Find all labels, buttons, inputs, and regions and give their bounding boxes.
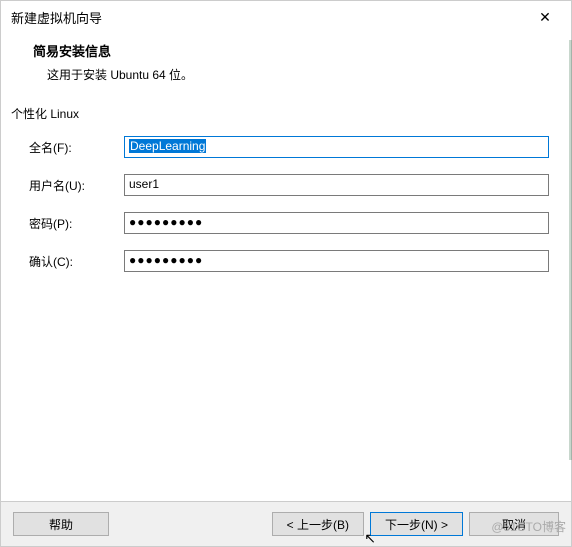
confirm-label: 确认(C): (29, 253, 124, 270)
username-value: user1 (129, 177, 159, 191)
next-button[interactable]: 下一步(N) > (370, 512, 463, 536)
confirm-row: 确认(C): ●●●●●●●●● (11, 250, 549, 272)
back-button[interactable]: < 上一步(B) (272, 512, 364, 536)
cancel-button[interactable]: 取消 (469, 512, 559, 536)
confirm-input[interactable]: ●●●●●●●●● (124, 250, 549, 272)
username-input[interactable]: user1 (124, 174, 549, 196)
wizard-window: 新建虚拟机向导 ✕ 简易安装信息 这用于安装 Ubuntu 64 位。 个性化 … (0, 0, 572, 547)
wizard-content: 个性化 Linux 全名(F): DeepLearning 用户名(U): us… (1, 99, 571, 501)
wizard-header: 简易安装信息 这用于安装 Ubuntu 64 位。 (1, 33, 571, 99)
fullname-row: 全名(F): DeepLearning (11, 136, 549, 158)
password-label: 密码(P): (29, 215, 124, 232)
username-row: 用户名(U): user1 (11, 174, 549, 196)
password-input[interactable]: ●●●●●●●●● (124, 212, 549, 234)
fullname-label: 全名(F): (29, 139, 124, 156)
section-label: 个性化 Linux (11, 105, 549, 122)
help-button[interactable]: 帮助 (13, 512, 109, 536)
wizard-footer: 帮助 < 上一步(B) 下一步(N) > 取消 (1, 501, 571, 546)
username-label: 用户名(U): (29, 177, 124, 194)
confirm-value: ●●●●●●●●● (129, 253, 203, 267)
titlebar: 新建虚拟机向导 ✕ (1, 1, 571, 33)
close-button[interactable]: ✕ (529, 5, 561, 29)
password-value: ●●●●●●●●● (129, 215, 203, 229)
header-title: 简易安装信息 (33, 41, 551, 60)
header-description: 这用于安装 Ubuntu 64 位。 (33, 66, 551, 83)
fullname-value: DeepLearning (129, 139, 206, 153)
password-row: 密码(P): ●●●●●●●●● (11, 212, 549, 234)
fullname-input[interactable]: DeepLearning (124, 136, 549, 158)
window-title: 新建虚拟机向导 (11, 8, 529, 27)
close-icon: ✕ (539, 9, 551, 26)
